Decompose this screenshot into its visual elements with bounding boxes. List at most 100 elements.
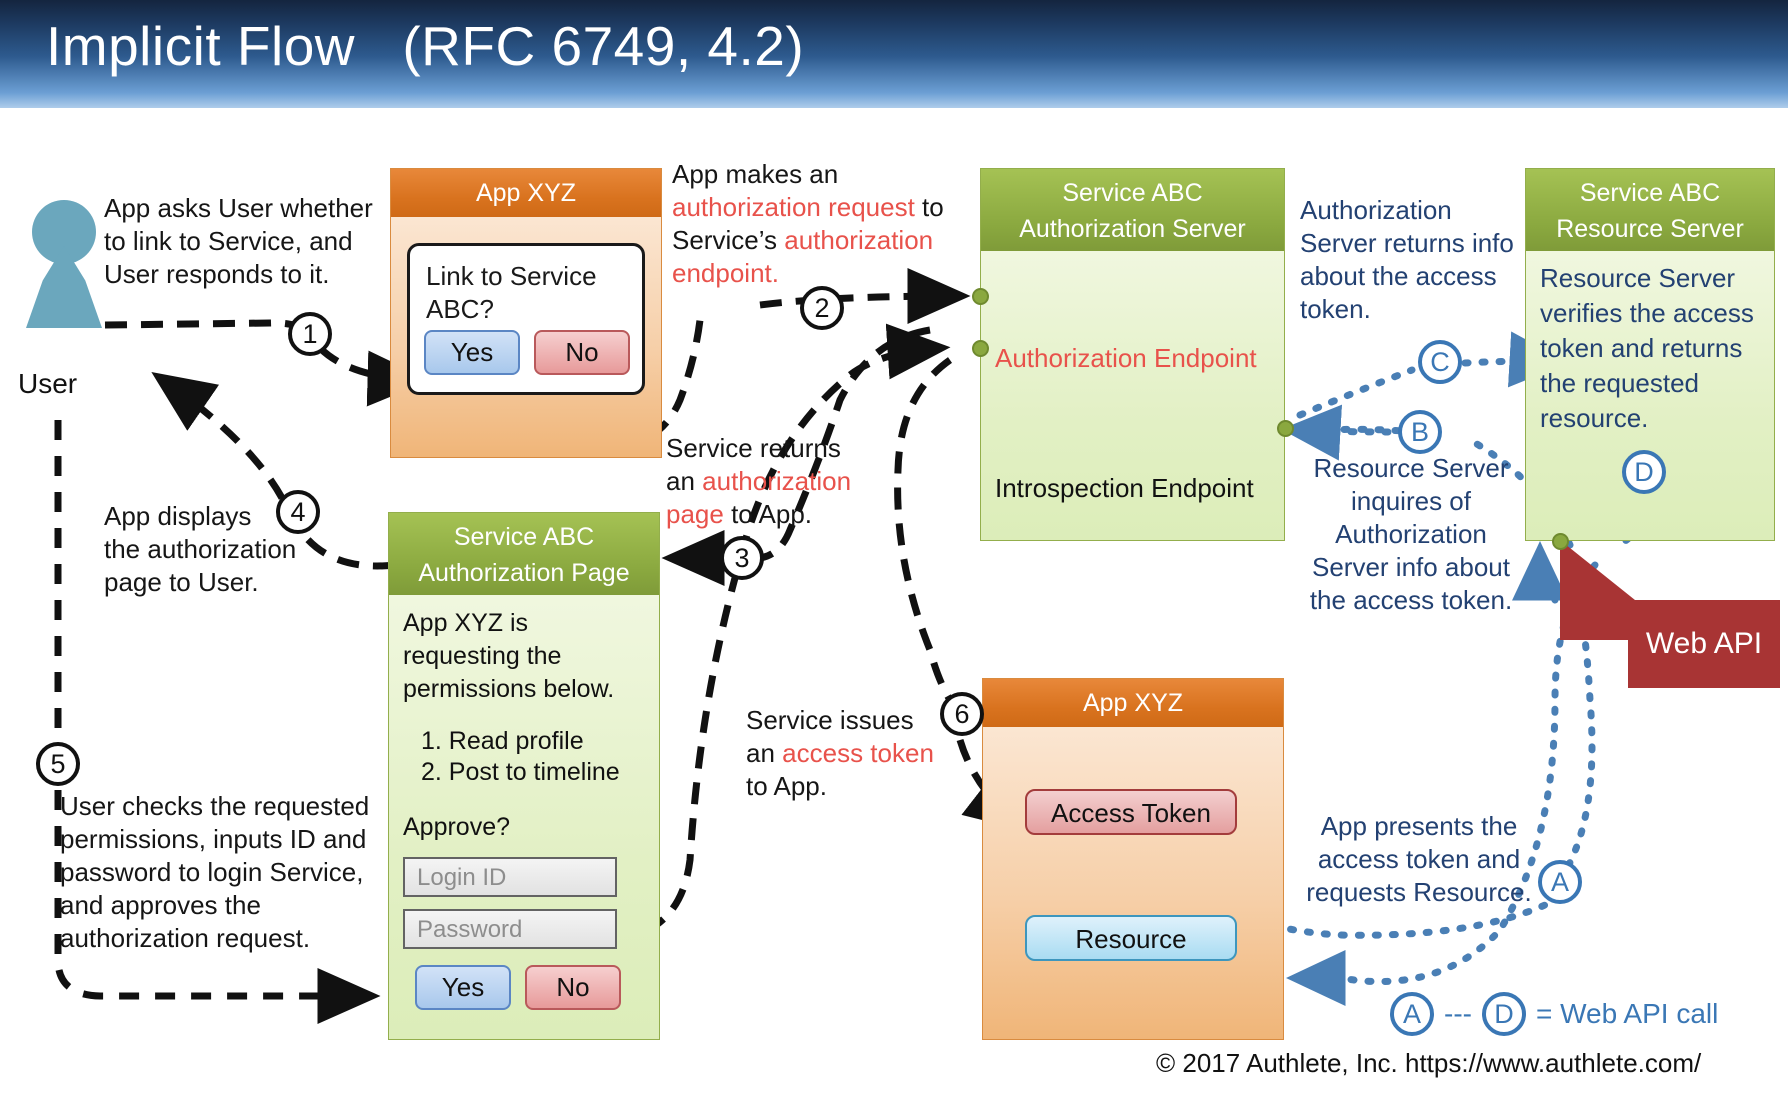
auth-page-intro: App XYZ is requesting the permissions be… xyxy=(403,609,615,703)
app-xyz-top-box: App XYZ Link to Service ABC? Yes No xyxy=(390,168,662,458)
annotation-1-line2: to link to Service, and xyxy=(104,226,353,256)
annotation-5-line3: password to login Service, xyxy=(60,857,364,887)
annotation-auth-info: Authorization Server returns info about … xyxy=(1300,195,1514,324)
legend-letter-a: A xyxy=(1390,992,1434,1036)
annotation-3-highlight-1: authorization xyxy=(702,466,852,496)
annotation-3-line3: page to App. xyxy=(666,498,896,531)
user-label: User xyxy=(18,368,78,399)
resource-server-header: Service ABC Resource Server xyxy=(1526,169,1774,251)
auth-page-yes-button[interactable]: Yes xyxy=(415,965,511,1010)
title-bar: Implicit Flow (RFC 6749, 4.2) xyxy=(0,0,1788,108)
annotation-1: App asks User whether to link to Service… xyxy=(104,192,394,291)
auth-page-approve-label: Approve? xyxy=(403,813,511,841)
annotation-2-highlight-3: endpoint xyxy=(672,258,772,288)
app-xyz-bottom-header: App XYZ xyxy=(983,679,1283,727)
authorization-page-body: App XYZ is requesting the permissions be… xyxy=(389,595,659,1039)
annotation-2-line2: authorization request to xyxy=(672,191,982,224)
auth-server-header-line1: Service ABC xyxy=(1062,179,1203,207)
link-dialog: Link to Service ABC? Yes No xyxy=(407,243,645,395)
auth-page-header-line1: Service ABC xyxy=(453,523,595,551)
resource-item[interactable]: Resource xyxy=(1025,915,1237,961)
letter-circle-b: B xyxy=(1398,410,1442,454)
authorization-server-box: Service ABC Authorization Server Authori… xyxy=(980,168,1285,541)
user-actor xyxy=(18,200,110,330)
auth-server-header-line2: Authorization Server xyxy=(1019,215,1246,243)
authorization-server-body: Authorization Endpoint Introspection End… xyxy=(981,251,1284,540)
letter-circle-a: A xyxy=(1538,860,1582,904)
link-dialog-no-button[interactable]: No xyxy=(534,330,630,375)
resource-server-body: Resource Server verifies the access toke… xyxy=(1526,251,1774,540)
annotation-6-line2: an access token xyxy=(746,737,956,770)
app-xyz-top-header: App XYZ xyxy=(391,169,661,217)
annotation-2: App makes an authorization request to Se… xyxy=(672,158,982,290)
authorization-page-box: Service ABC Authorization Page App XYZ i… xyxy=(388,512,660,1040)
annotation-3: Service returns an authorization page to… xyxy=(666,432,896,531)
user-body-icon xyxy=(26,246,102,328)
authorization-endpoint-label: Authorization Endpoint xyxy=(995,343,1257,373)
annotation-2-plain-2: Service’s xyxy=(672,225,785,255)
annotation-3-plain-2: to App. xyxy=(723,499,813,529)
annotation-6-plain-1: an xyxy=(746,738,783,768)
web-api-callout: Web API xyxy=(1628,600,1780,688)
legend: A --- D = Web API call xyxy=(1390,992,1718,1036)
annotation-1-line1: App asks User whether xyxy=(104,193,373,223)
introspection-endpoint-label: Introspection Endpoint xyxy=(995,473,1254,503)
app-xyz-bottom-box: App XYZ Access Token Resource xyxy=(982,678,1284,1040)
annotation-3-highlight-2: page xyxy=(666,499,724,529)
annotation-4-line3: page to User. xyxy=(104,567,259,597)
password-input[interactable]: Password xyxy=(403,909,617,949)
annotation-3-line1: Service returns xyxy=(666,433,841,463)
auth-page-permission-1: 1. Read profile xyxy=(421,727,584,755)
annotation-1-line3: User responds to it. xyxy=(104,259,330,289)
legend-dashes: --- xyxy=(1444,998,1472,1029)
annotation-4-line2: the authorization xyxy=(104,534,297,564)
link-dialog-yes-button[interactable]: Yes xyxy=(424,330,520,375)
resource-server-connector-dot xyxy=(1552,533,1569,550)
annotation-inquires: Resource Server inquires of Authorizatio… xyxy=(1309,453,1513,615)
auth-page-permission-2: 2. Post to timeline xyxy=(421,758,620,786)
authorization-server-header: Service ABC Authorization Server xyxy=(981,169,1284,251)
resource-server-header-line2: Resource Server xyxy=(1556,215,1744,243)
step-circle-4: 4 xyxy=(276,490,320,534)
step-circle-1: 1 xyxy=(288,312,332,356)
letter-circle-c: C xyxy=(1418,340,1462,384)
annotation-2-plain-1: to xyxy=(914,192,944,222)
annotation-5-line2: permissions, inputs ID and xyxy=(60,824,367,854)
login-id-input[interactable]: Login ID xyxy=(403,857,617,897)
annotation-3-plain-1: an xyxy=(666,466,703,496)
authorization-page-header: Service ABC Authorization Page xyxy=(389,513,659,595)
legend-letter-d: D xyxy=(1481,992,1526,1036)
authorization-endpoint-connector-dot xyxy=(972,288,989,305)
step-circle-5: 5 xyxy=(36,742,80,786)
introspection-right-connector-dot xyxy=(1277,420,1294,437)
step-circle-2: 2 xyxy=(800,286,844,330)
legend-text: = Web API call xyxy=(1535,998,1719,1029)
copyright-footer: © 2017 Authlete, Inc. https://www.authle… xyxy=(1156,1048,1702,1078)
introspection-endpoint-connector-dot xyxy=(972,340,989,357)
page-title: Implicit Flow (RFC 6749, 4.2) xyxy=(46,15,805,77)
annotation-6-line1: Service issues xyxy=(746,705,914,735)
annotation-3-line2: an authorization xyxy=(666,465,896,498)
annotation-2-line3: Service’s authorization xyxy=(672,224,982,257)
annotation-presents: App presents the access token and reques… xyxy=(1306,811,1532,907)
app-xyz-top-body: Link to Service ABC? Yes No xyxy=(391,217,661,457)
access-token-item[interactable]: Access Token xyxy=(1025,789,1237,835)
letter-circle-d: D xyxy=(1622,450,1666,494)
diagram-canvas: Implicit Flow (RFC 6749, 4.2) User App X… xyxy=(0,0,1788,1098)
annotation-6-line3: to App. xyxy=(746,771,827,801)
app-xyz-bottom-body: Access Token Resource xyxy=(983,727,1283,1039)
annotation-6: Service issues an access token to App. xyxy=(746,704,956,803)
auth-page-no-button[interactable]: No xyxy=(525,965,621,1010)
resource-server-header-line1: Service ABC xyxy=(1579,179,1721,207)
annotation-5-line5: authorization request. xyxy=(60,923,311,953)
annotation-2-highlight-1: authorization request xyxy=(672,192,915,222)
annotation-5-line4: and approves the xyxy=(60,890,261,920)
step-circle-6: 6 xyxy=(940,692,984,736)
annotation-5: User checks the requested permissions, i… xyxy=(60,790,390,955)
annotation-2-highlight-2: authorization xyxy=(784,225,934,255)
annotation-6-highlight-1: access token xyxy=(782,738,934,768)
annotation-5-line1: User checks the requested xyxy=(60,791,370,821)
annotation-2-period: . xyxy=(771,258,779,288)
annotation-2-line1: App makes an xyxy=(672,159,839,189)
link-dialog-text: Link to Service ABC? xyxy=(426,261,597,324)
